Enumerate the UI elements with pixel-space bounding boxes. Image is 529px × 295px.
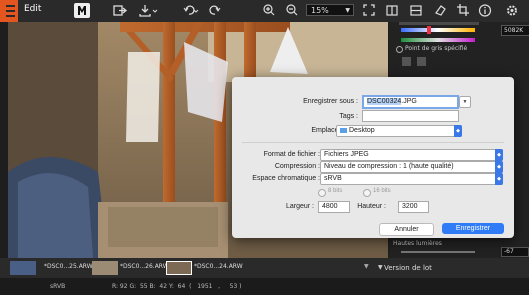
cancel-button[interactable]: Annuler	[379, 223, 434, 236]
compression-value: Niveau de compression : 1 (haute qualité…	[324, 163, 454, 170]
radio-button[interactable]	[396, 46, 403, 53]
filename-input[interactable]: DSC00324.JPG	[362, 95, 459, 109]
folder-icon	[340, 128, 347, 133]
eyedropper-icon[interactable]	[402, 57, 411, 66]
thumbnail	[166, 261, 192, 275]
format-value: Fichiers JPEG	[324, 151, 369, 158]
compare-icon[interactable]	[409, 3, 423, 18]
format-label: Format de fichier :	[263, 151, 320, 158]
filmstrip-item-label: *DSC0...24.ARW	[194, 263, 243, 270]
radio-8-bits[interactable]	[318, 189, 326, 197]
compression-label: Compression :	[274, 163, 320, 170]
zoom-out-icon[interactable]	[285, 3, 299, 18]
temperature-value[interactable]: 5082K	[501, 25, 529, 36]
reset-icon[interactable]	[417, 57, 426, 66]
chevron-updown-icon: ◆	[454, 125, 462, 137]
save-icon[interactable]	[138, 3, 158, 18]
thumbnail	[92, 261, 118, 275]
thumbnail	[10, 261, 36, 275]
filmstrip-item-label: *DSC0...25.ARW	[44, 263, 93, 270]
app-logo	[0, 0, 18, 22]
height-label: Hauteur :	[357, 203, 386, 210]
expand-dialog-button[interactable]: ▼	[459, 96, 471, 108]
undo-icon[interactable]	[182, 3, 200, 18]
save-dialog: Enregistrer sous : DSC00324.JPG ▼ Tags :…	[232, 77, 514, 238]
batch-version-bar[interactable]: ▼ Version de lot	[375, 258, 529, 278]
chevron-updown-icon: ◆	[495, 161, 503, 173]
filename-selected: DSC00324	[367, 98, 402, 105]
location-select[interactable]: Desktop ◆	[336, 125, 462, 137]
save-button[interactable]: Enregistrer	[442, 223, 504, 234]
top-toolbar: Edit 15% ▼	[0, 0, 529, 22]
export-icon[interactable]	[112, 3, 128, 18]
tags-input[interactable]	[362, 110, 459, 122]
zoom-value: 15%	[311, 6, 329, 15]
tags-label: Tags :	[339, 113, 358, 120]
fit-screen-icon[interactable]	[362, 3, 376, 18]
zoom-select[interactable]: 15% ▼	[306, 4, 354, 16]
filmstrip-item-label: *DSC0...26.ARW	[120, 263, 169, 270]
split-view-icon[interactable]	[385, 3, 399, 18]
radio-8-bits-label: 8 bits	[328, 188, 343, 194]
temperature-slider[interactable]	[401, 28, 475, 32]
pixel-readout: R: 92 G: 55 B: 42 Y: 64 ( 1951 , 53 )	[112, 283, 242, 290]
gray-point-label: Point de gris spécifié	[405, 45, 468, 52]
filmstrip-menu-icon[interactable]: ▼	[364, 263, 369, 270]
status-colorspace: sRVB	[50, 283, 66, 290]
chevron-updown-icon: ◆	[495, 149, 503, 161]
batch-version-label: Version de lot	[384, 264, 432, 272]
chevron-down-icon: ▼	[345, 7, 350, 14]
erase-icon[interactable]	[433, 3, 447, 18]
save-as-label: Enregistrer sous :	[303, 98, 358, 105]
height-input[interactable]: 3200	[398, 201, 429, 213]
mask-tool-icon[interactable]	[74, 3, 90, 18]
colorspace-value: sRVB	[324, 175, 342, 182]
width-input[interactable]: 4800	[318, 201, 350, 213]
radio-16-bits[interactable]	[363, 189, 371, 197]
highlights-slider[interactable]	[401, 251, 475, 253]
highlights-label: Hautes lumières	[393, 240, 442, 247]
app-title: Edit	[24, 4, 42, 14]
slider-thumb[interactable]	[427, 26, 431, 34]
crop-icon[interactable]	[456, 3, 470, 18]
tint-slider[interactable]	[401, 38, 475, 42]
highlights-value[interactable]: -67	[501, 247, 529, 257]
chevron-down-icon: ▼	[378, 264, 383, 271]
filmstrip: *DSC0...25.ARW *DSC0...26.ARW *DSC0...24…	[0, 258, 375, 278]
divider	[242, 142, 504, 143]
zoom-in-icon[interactable]	[262, 3, 276, 18]
compression-select[interactable]: Niveau de compression : 1 (haute qualité…	[320, 161, 503, 173]
radio-16-bits-label: 16 bits	[373, 188, 391, 194]
redo-icon[interactable]	[208, 3, 226, 18]
status-bar: sRVB R: 92 G: 55 B: 42 Y: 64 ( 1951 , 53…	[0, 278, 529, 295]
filename-extension: .JPG	[401, 98, 417, 105]
colorspace-select[interactable]: sRVB ◆	[320, 173, 503, 185]
info-icon[interactable]	[478, 3, 492, 18]
chevron-updown-icon: ◆	[495, 173, 503, 185]
format-select[interactable]: Fichiers JPEG ◆	[320, 149, 503, 161]
width-label: Largeur :	[285, 203, 314, 210]
colorspace-label: Espace chromatique :	[252, 175, 320, 182]
settings-icon[interactable]	[505, 3, 519, 18]
location-value: Desktop	[349, 127, 375, 134]
